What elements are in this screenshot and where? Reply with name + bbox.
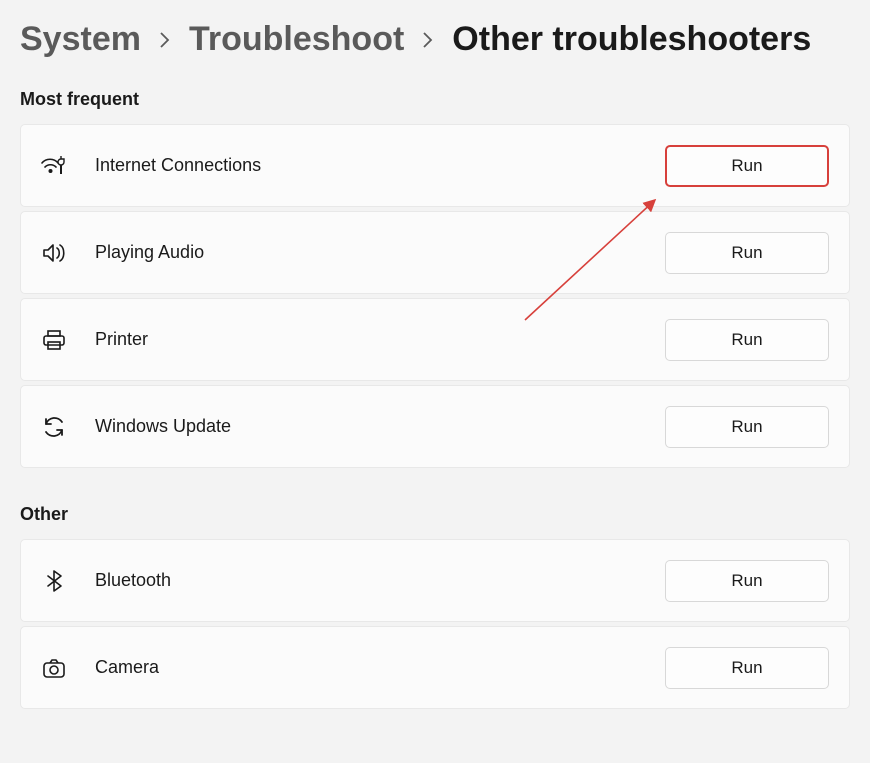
run-button[interactable]: Run (665, 647, 829, 689)
camera-icon (41, 655, 67, 681)
page-title: Other troubleshooters (452, 20, 811, 59)
troubleshooter-label: Camera (95, 657, 637, 678)
wifi-wrench-icon (41, 153, 67, 179)
troubleshooter-label: Printer (95, 329, 637, 350)
printer-icon (41, 327, 67, 353)
run-button[interactable]: Run (665, 406, 829, 448)
troubleshooter-row-printer: Printer Run (20, 298, 850, 381)
troubleshooter-label: Playing Audio (95, 242, 637, 263)
refresh-icon (41, 414, 67, 440)
breadcrumb: System Troubleshoot Other troubleshooter… (20, 20, 850, 59)
breadcrumb-troubleshoot[interactable]: Troubleshoot (189, 20, 404, 59)
breadcrumb-system[interactable]: System (20, 20, 141, 59)
troubleshooter-label: Bluetooth (95, 570, 637, 591)
run-button[interactable]: Run (665, 232, 829, 274)
troubleshooter-row-bluetooth: Bluetooth Run (20, 539, 850, 622)
speaker-icon (41, 240, 67, 266)
bluetooth-icon (41, 568, 67, 594)
troubleshooter-row-camera: Camera Run (20, 626, 850, 709)
run-button[interactable]: Run (665, 145, 829, 187)
chevron-right-icon (422, 31, 434, 49)
troubleshooter-row-windows-update: Windows Update Run (20, 385, 850, 468)
troubleshooter-row-internet-connections: Internet Connections Run (20, 124, 850, 207)
run-button[interactable]: Run (665, 560, 829, 602)
run-button[interactable]: Run (665, 319, 829, 361)
chevron-right-icon (159, 31, 171, 49)
troubleshooter-label: Internet Connections (95, 155, 637, 176)
section-heading-other: Other (20, 504, 850, 525)
troubleshooter-label: Windows Update (95, 416, 637, 437)
troubleshooter-row-playing-audio: Playing Audio Run (20, 211, 850, 294)
section-heading-most-frequent: Most frequent (20, 89, 850, 110)
